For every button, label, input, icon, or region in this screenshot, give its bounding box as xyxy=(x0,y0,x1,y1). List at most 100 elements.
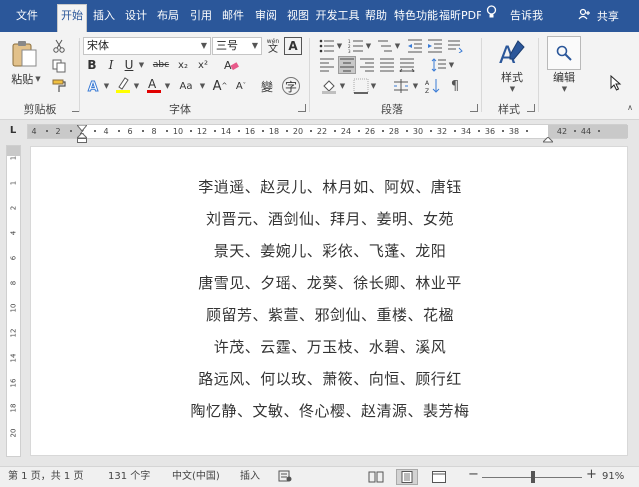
distributed-icon[interactable] xyxy=(398,56,416,74)
hanging-indent-marker[interactable] xyxy=(75,132,89,143)
language-indicator[interactable]: 中文(中国) xyxy=(172,470,220,484)
clear-formatting-icon[interactable]: A xyxy=(222,56,240,74)
align-right-icon[interactable] xyxy=(358,56,376,74)
chevron-down-icon[interactable]: ▼ xyxy=(505,84,519,94)
right-indent-marker[interactable] xyxy=(541,133,555,143)
zoom-slider-thumb[interactable] xyxy=(531,471,535,483)
share-button[interactable]: 共享 xyxy=(578,5,619,27)
superscript-button[interactable]: x² xyxy=(194,56,212,74)
chevron-down-icon[interactable]: ▼ xyxy=(363,37,373,55)
tab-insert[interactable]: 插入 xyxy=(89,5,119,29)
chevron-down-icon[interactable]: ▼ xyxy=(197,77,207,95)
zoom-out-button[interactable]: − xyxy=(468,468,479,482)
tab-mailings[interactable]: 邮件 xyxy=(218,5,248,29)
font-launcher-icon[interactable] xyxy=(298,104,306,112)
web-layout-icon[interactable] xyxy=(428,469,450,485)
chevron-down-icon[interactable]: ▼ xyxy=(162,77,172,95)
document-page[interactable]: 李逍遥、赵灵儿、林月如、阿奴、唐钰 刘晋元、酒剑仙、拜月、姜明、女苑 景天、姜婉… xyxy=(30,146,628,456)
document-line[interactable]: 路远风、何以玫、萧筱、向恒、顾行红 xyxy=(31,368,629,389)
styles-button[interactable]: 样式 xyxy=(492,70,532,84)
tab-review[interactable]: 审阅 xyxy=(251,5,281,29)
word-count[interactable]: 131 个字 xyxy=(108,470,150,484)
align-center-icon[interactable] xyxy=(338,56,356,74)
phonetic-guide-icon[interactable]: wén 文 xyxy=(264,37,282,55)
character-border-icon[interactable]: A xyxy=(284,37,302,55)
editing-button[interactable]: 编辑 xyxy=(545,70,583,84)
zoom-level[interactable]: 91% xyxy=(602,470,624,484)
document-line[interactable]: 许茂、云霆、万玉枝、水碧、溪风 xyxy=(31,336,629,357)
font-name-select[interactable]: 宋体 ▼ xyxy=(83,37,211,55)
align-left-icon[interactable] xyxy=(318,56,336,74)
tab-file[interactable]: 文件 xyxy=(2,5,52,29)
page-count[interactable]: 第 1 页，共 1 页 xyxy=(8,470,83,484)
tab-layout[interactable]: 布局 xyxy=(153,5,183,29)
enclose-character-icon[interactable]: 字 xyxy=(282,77,300,95)
copy-icon[interactable] xyxy=(50,57,68,75)
cut-icon[interactable] xyxy=(50,37,68,55)
document-line[interactable]: 唐雪见、夕瑶、龙葵、徐长卿、林业平 xyxy=(31,272,629,293)
tab-design[interactable]: 设计 xyxy=(121,5,151,29)
asian-typography-icon[interactable] xyxy=(392,77,410,95)
chevron-down-icon[interactable]: ▼ xyxy=(334,37,344,55)
chevron-down-icon[interactable]: ▼ xyxy=(410,77,420,95)
chinese-layout-icon[interactable] xyxy=(446,37,464,55)
zoom-in-button[interactable]: + xyxy=(586,468,597,482)
document-line[interactable]: 景天、姜婉儿、彩依、飞蓬、龙阳 xyxy=(31,240,629,261)
document-line[interactable]: 刘晋元、酒剑仙、拜月、姜明、女苑 xyxy=(31,208,629,229)
bold-button[interactable]: B xyxy=(83,56,101,74)
font-size-select[interactable]: 三号 ▼ xyxy=(212,37,262,55)
read-mode-icon[interactable] xyxy=(365,469,387,485)
tell-me-box[interactable]: 告诉我 xyxy=(484,5,543,27)
chevron-down-icon[interactable]: ▼ xyxy=(446,56,456,74)
print-layout-icon[interactable] xyxy=(396,469,418,485)
paste-button[interactable]: 粘贴 ▼ xyxy=(8,72,44,86)
change-case-button[interactable]: Aa xyxy=(175,77,197,95)
tab-selector[interactable]: L xyxy=(6,124,20,138)
document-line[interactable]: 陶忆静、文敏、佟心樱、赵清源、裴芳梅 xyxy=(31,400,629,421)
chevron-down-icon[interactable]: ▼ xyxy=(136,56,146,74)
chevron-down-icon[interactable]: ▼ xyxy=(557,84,571,94)
chevron-down-icon[interactable]: ▼ xyxy=(392,37,402,55)
vertical-ruler[interactable]: 1 1 2 4 6 8 10 12 14 16 18 20 xyxy=(6,145,21,457)
styles-icon[interactable]: A xyxy=(494,36,530,70)
first-line-indent-marker[interactable] xyxy=(75,122,89,132)
chevron-down-icon[interactable]: ▼ xyxy=(368,77,378,95)
paste-icon[interactable] xyxy=(8,38,40,70)
sort-icon[interactable]: AZ xyxy=(424,77,442,95)
document-line[interactable]: 李逍遥、赵灵儿、林月如、阿奴、唐钰 xyxy=(31,176,629,197)
subscript-button[interactable]: x₂ xyxy=(174,56,192,74)
vertical-ruler-tick-label: 14 xyxy=(9,353,18,363)
tab-home[interactable]: 开始 xyxy=(57,4,87,32)
tab-references[interactable]: 引用 xyxy=(186,5,216,29)
increase-indent-icon[interactable] xyxy=(426,37,444,55)
chevron-down-icon[interactable]: ▼ xyxy=(337,77,347,95)
insert-mode[interactable]: 插入 xyxy=(240,470,260,484)
tab-developer[interactable]: 开发工具 xyxy=(315,5,360,29)
enlarge-font-icon[interactable]: A ^ xyxy=(211,77,229,95)
macro-record-icon[interactable] xyxy=(278,470,292,487)
italic-button[interactable]: I xyxy=(102,56,120,74)
collapse-ribbon-icon[interactable]: ∧ xyxy=(624,102,636,112)
format-painter-icon[interactable] xyxy=(50,77,68,95)
find-icon[interactable] xyxy=(547,36,581,70)
tab-help[interactable]: 帮助 xyxy=(361,5,391,29)
tab-view[interactable]: 视图 xyxy=(283,5,313,29)
strikethrough-button[interactable]: abc xyxy=(150,56,172,74)
document-line[interactable]: 顾留芳、紫萱、邪剑仙、重楼、花楹 xyxy=(31,304,629,325)
shrink-font-icon[interactable]: Aˇ xyxy=(232,77,250,95)
paragraph-launcher-icon[interactable] xyxy=(470,104,478,112)
tab-foxit-pdf[interactable]: 福昕PDF xyxy=(439,5,481,29)
show-marks-icon[interactable]: ¶ xyxy=(446,77,464,95)
pinyin-icon[interactable]: 變 xyxy=(258,77,276,95)
font-color-icon[interactable]: A xyxy=(145,76,163,94)
highlight-color-icon[interactable] xyxy=(114,76,132,94)
chevron-down-icon[interactable]: ▼ xyxy=(131,77,141,95)
horizontal-ruler[interactable]: 4224681012141618202224262830323436384244 xyxy=(27,122,628,143)
chevron-down-icon[interactable]: ▼ xyxy=(101,77,111,95)
tab-features[interactable]: 特色功能 xyxy=(393,5,439,29)
ruler-tick-label: 38 xyxy=(508,127,520,136)
decrease-indent-icon[interactable] xyxy=(406,37,424,55)
shading-icon[interactable] xyxy=(320,77,338,95)
justify-icon[interactable] xyxy=(378,56,396,74)
styles-launcher-icon[interactable] xyxy=(527,104,535,112)
